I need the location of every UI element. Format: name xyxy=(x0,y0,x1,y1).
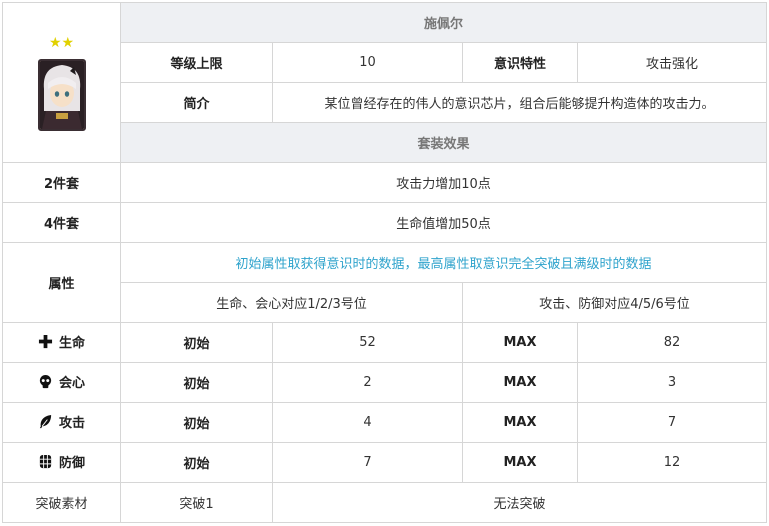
stat-name: 生命 xyxy=(58,336,85,351)
stat-row-atk: 攻击 初始 4 MAX 7 xyxy=(2,402,768,443)
stat-name: 攻击 xyxy=(58,416,85,431)
shield-block-icon xyxy=(38,454,53,469)
set4-value: 生命值增加50点 xyxy=(119,202,768,243)
feather-icon xyxy=(38,414,53,429)
initial-label: 初始 xyxy=(120,322,273,363)
stat-row-crit: 会心 初始 2 MAX 3 xyxy=(2,362,768,403)
stat-initial: 7 xyxy=(272,442,463,483)
initial-label: 初始 xyxy=(120,362,273,403)
max-label: MAX xyxy=(462,442,578,483)
set2-label: 2件套 xyxy=(2,162,121,203)
slots-left: 生命、会心对应1/2/3号位 xyxy=(120,282,463,323)
breakthrough-value: 无法突破 xyxy=(271,482,768,523)
skull-icon xyxy=(38,374,53,389)
max-label: MAX xyxy=(462,322,578,363)
memory-info-table: ★★ 施佩尔 等级上限 10 意识特性 攻击强化 简介 某位曾经存在的伟人的意识… xyxy=(2,2,768,523)
stat-max: 3 xyxy=(576,362,768,403)
initial-label: 初始 xyxy=(120,402,273,443)
stat-name: 防御 xyxy=(58,456,85,471)
intro-label: 简介 xyxy=(120,82,273,123)
memory-name: 施佩尔 xyxy=(119,2,768,43)
stat-max: 82 xyxy=(576,322,768,363)
stat-row-def: 防御 初始 7 MAX 12 xyxy=(2,442,768,483)
set4-label: 4件套 xyxy=(2,202,121,243)
stat-initial: 52 xyxy=(272,322,463,363)
initial-label: 初始 xyxy=(120,442,273,483)
trait-label: 意识特性 xyxy=(462,42,578,83)
set2-value: 攻击力增加10点 xyxy=(119,162,768,203)
stat-max: 7 xyxy=(576,402,768,443)
breakthrough-item: 突破1 xyxy=(120,482,273,523)
portrait-cell: ★★ xyxy=(2,2,121,163)
attr-note: 初始属性取获得意识时的数据，最高属性取意识完全突破且满级时的数据 xyxy=(119,242,768,283)
slots-right: 攻击、防御对应4/5/6号位 xyxy=(461,282,768,323)
level-cap-value: 10 xyxy=(272,42,463,83)
stat-initial: 2 xyxy=(272,362,463,403)
character-portrait xyxy=(37,58,86,131)
stat-initial: 4 xyxy=(272,402,463,443)
plus-icon xyxy=(38,334,53,349)
trait-value: 攻击强化 xyxy=(576,42,768,83)
stat-max: 12 xyxy=(576,442,768,483)
stat-name: 会心 xyxy=(58,376,85,391)
attr-label: 属性 xyxy=(2,242,121,323)
set-effect-title: 套装效果 xyxy=(119,122,768,163)
breakthrough-label: 突破素材 xyxy=(2,482,121,523)
level-cap-label: 等级上限 xyxy=(120,42,273,83)
intro-value: 某位曾经存在的伟人的意识芯片，组合后能够提升构造体的攻击力。 xyxy=(271,82,768,123)
max-label: MAX xyxy=(462,402,578,443)
rarity-stars: ★★ xyxy=(48,34,75,51)
stat-row-hp: 生命 初始 52 MAX 82 xyxy=(2,322,768,363)
max-label: MAX xyxy=(462,362,578,403)
